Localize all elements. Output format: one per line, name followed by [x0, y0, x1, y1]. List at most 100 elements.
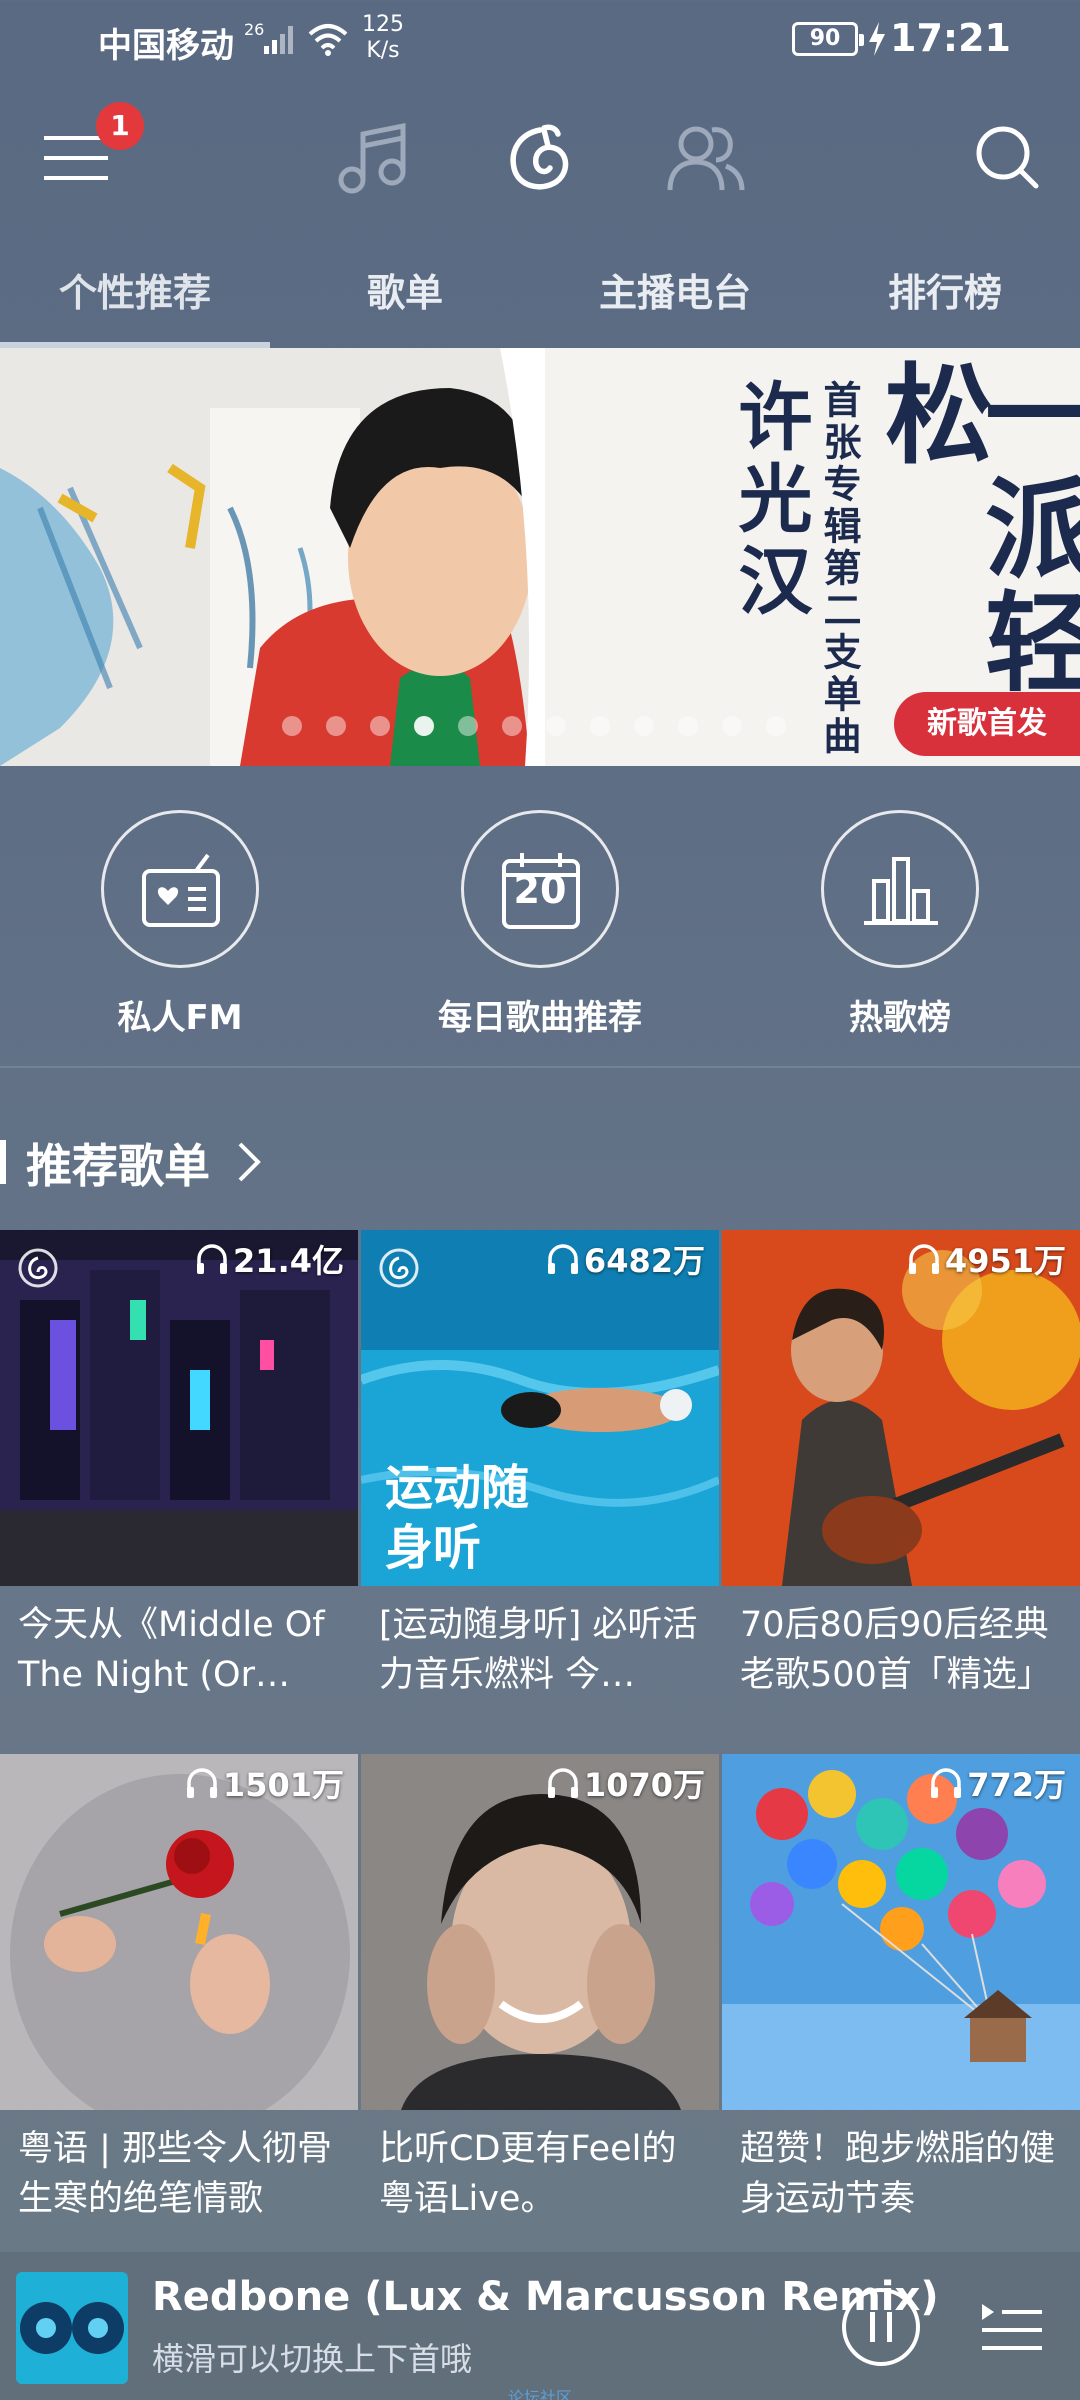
friends-icon[interactable] [666, 120, 746, 196]
playlist-title: 70后80后90后经典老歌500首「精选」 [740, 1605, 1052, 1695]
tab-bar: 个性推荐 歌单 主播电台 排行榜 [0, 248, 1080, 348]
search-icon[interactable] [974, 124, 1040, 190]
tab-charts[interactable]: 排行榜 [810, 248, 1080, 348]
playlist-title: 超赞！跑步燃脂的健身运动节奏 [740, 2129, 1056, 2219]
now-playing-hint: 横滑可以切换上下首哦 [152, 2340, 473, 2378]
speed-unit: K/s [366, 38, 400, 63]
playlist-title: 比听CD更有Feel的粤语Live。 [379, 2129, 677, 2219]
play-count-value: 1501万 [222, 1766, 344, 1804]
signal-icon [264, 26, 293, 54]
top-navigation: 1 [0, 90, 1080, 220]
carousel-dot[interactable] [722, 716, 742, 736]
play-count-value: 4951万 [944, 1242, 1066, 1280]
play-count: 1501万 [185, 1760, 344, 1806]
now-playing-title: Redbone (Lux & Marcusson Remix) [152, 2274, 939, 2320]
private-fm-entry[interactable]: 私人FM [60, 800, 300, 1039]
playlist-cover: 4951万 [722, 1230, 1080, 1586]
wifi-icon [308, 24, 348, 56]
section-accent-bar [0, 1140, 6, 1184]
headphones-icon [908, 1244, 939, 1274]
banner-tag: 新歌首发 [894, 692, 1080, 756]
netease-logo-icon [379, 1248, 419, 1288]
daily-recommend-circle: 20 [461, 810, 619, 968]
headphones-icon [547, 1244, 578, 1274]
status-bar: 中国移动 26 125 K/s 90 17:21 [0, 0, 1080, 80]
playlist-queue-icon[interactable] [980, 2296, 1044, 2356]
carousel-dot[interactable] [590, 716, 610, 736]
carousel-dot[interactable] [282, 716, 302, 736]
carousel-dot[interactable] [678, 716, 698, 736]
chart-bars-icon [864, 857, 938, 925]
now-playing-cover[interactable] [16, 2272, 128, 2384]
playlist-cover: 1501万 [0, 1754, 358, 2110]
chevron-right-icon [238, 1142, 261, 1182]
tab-radio[interactable]: 主播电台 [540, 248, 810, 348]
banner-carousel[interactable]: 许光汉 首张专辑第二支单曲 一派轻松 新歌首发 [0, 348, 1080, 766]
play-count: 21.4亿 [195, 1236, 344, 1282]
headphones-icon [931, 1768, 962, 1798]
headphones-icon [186, 1768, 217, 1798]
pause-button[interactable] [840, 2286, 922, 2368]
headphones-icon [547, 1768, 578, 1798]
netease-logo-icon [18, 1248, 58, 1288]
radio-icon [142, 853, 220, 927]
playlist-cover: 21.4亿 [0, 1230, 358, 1586]
hot-chart-circle [821, 810, 979, 968]
calendar-day: 20 [513, 868, 567, 912]
carousel-dot[interactable] [546, 716, 566, 736]
private-fm-label: 私人FM [117, 998, 243, 1038]
play-count-value: 6482万 [583, 1242, 705, 1280]
battery-indicator: 90 [792, 22, 864, 56]
playlist-title: [运动随身听] 必听活力音乐燃料 今… [379, 1605, 698, 1695]
recommended-playlists-header[interactable]: 推荐歌单 [0, 1126, 600, 1196]
carousel-dot[interactable] [414, 716, 434, 736]
cover-text: 运动随身听 [385, 1460, 530, 1576]
playlist-cover: 772万 [722, 1754, 1080, 2110]
cover-portrait [361, 1754, 719, 2110]
notification-badge: 1 [96, 102, 144, 150]
hot-chart-entry[interactable]: 热歌榜 [780, 800, 1020, 1039]
hot-chart-label: 热歌榜 [849, 998, 951, 1038]
carousel-dot[interactable] [502, 716, 522, 736]
play-count-value: 772万 [967, 1766, 1066, 1804]
carousel-dot[interactable] [458, 716, 478, 736]
carousel-dot[interactable] [766, 716, 786, 736]
carousel-dots [282, 716, 786, 736]
speed-value: 125 [362, 12, 404, 37]
carousel-dot[interactable] [326, 716, 346, 736]
play-count: 772万 [929, 1760, 1066, 1806]
playlist-cover: 1070万 [361, 1754, 719, 2110]
network-speed: 125 K/s [362, 12, 404, 64]
play-count: 6482万 [546, 1236, 705, 1282]
charging-icon [869, 22, 885, 56]
playlist-title: 今天从《Middle Of The Night (Or… [18, 1605, 325, 1695]
playlist-cover: 运动随身听 6482万 [361, 1230, 719, 1586]
headphones-icon [197, 1244, 228, 1274]
playlist-title: 粤语 | 那些令人彻骨生寒的绝笔情歌 [18, 2129, 333, 2219]
banner-subtitle: 首张专辑第二支单曲 [817, 380, 862, 758]
tab-recommend[interactable]: 个性推荐 [0, 248, 270, 348]
carousel-dot[interactable] [634, 716, 654, 736]
play-count-value: 21.4亿 [233, 1242, 344, 1280]
tab-playlists[interactable]: 歌单 [270, 248, 540, 348]
music-note-icon[interactable] [334, 120, 410, 196]
cover-rose [0, 1754, 358, 2110]
album-art [16, 2272, 128, 2384]
play-count-value: 1070万 [583, 1766, 705, 1804]
carrier-name: 中国移动 [98, 26, 234, 66]
cover-guitarist [722, 1230, 1080, 1586]
daily-recommend-entry[interactable]: 20 每日歌曲推荐 [420, 800, 660, 1039]
daily-recommend-label: 每日歌曲推荐 [438, 998, 642, 1038]
footer-watermark: 论坛社区 [508, 2388, 573, 2400]
section-title: 推荐歌单 [26, 1139, 210, 1193]
private-fm-circle [101, 810, 259, 968]
netease-logo-icon[interactable] [504, 120, 576, 196]
mini-player[interactable]: Redbone (Lux & Marcusson Remix) 横滑可以切换上下… [0, 2252, 1080, 2400]
banner-artist: 许光汉 [726, 378, 812, 624]
carousel-dot[interactable] [370, 716, 390, 736]
section-divider [0, 1066, 1080, 1068]
cover-balloons [722, 1754, 1080, 2110]
play-count: 4951万 [907, 1236, 1066, 1282]
clock: 17:21 [890, 16, 1011, 60]
play-count: 1070万 [546, 1760, 705, 1806]
